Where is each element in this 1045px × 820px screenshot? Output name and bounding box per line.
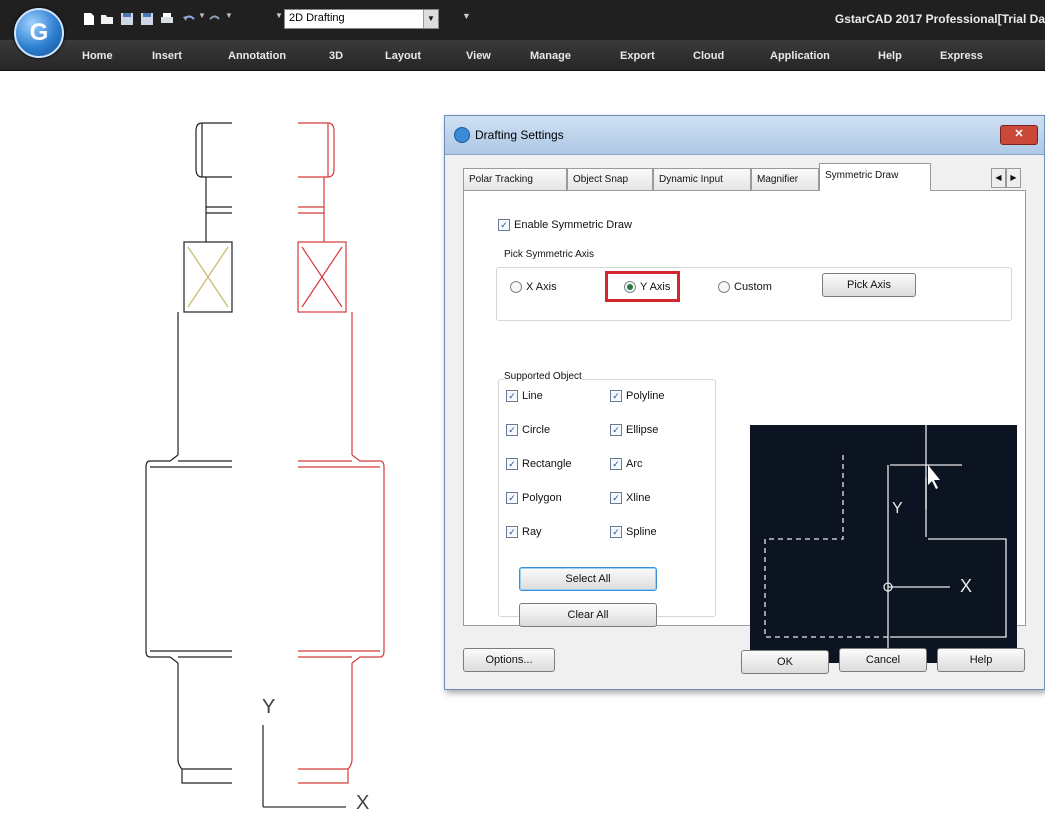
close-button[interactable]: ✕ [1000,125,1038,145]
checkbox-checked-icon: ✓ [610,390,622,403]
checkbox-circle[interactable]: ✓ Circle [506,424,550,437]
checkbox-ray[interactable]: ✓ Ray [506,526,542,539]
checkbox-checked-icon: ✓ [610,492,622,505]
menu-cloud[interactable]: Cloud [693,50,724,62]
checkbox-rectangle[interactable]: ✓ Rectangle [506,458,572,471]
checkbox-ellipse[interactable]: ✓ Ellipse [610,424,658,437]
pick-symmetric-axis-title: Pick Symmetric Axis [504,249,595,260]
options-button[interactable]: Options... [463,648,555,672]
checkbox-checked-icon: ✓ [506,526,518,539]
qat-customize-icon[interactable]: ▼ [275,11,283,20]
open-folder-icon[interactable] [100,12,114,26]
shaft-original [145,122,233,784]
chevron-down-icon[interactable]: ▼ [423,10,438,28]
tab-polar-tracking[interactable]: Polar Tracking [463,168,567,190]
title-bar: G ▼ ▼ ▼ 2D Drafting ▼ ▼ GstarCAD 2017 Pr… [0,0,1045,58]
checkbox-xline[interactable]: ✓ Xline [610,492,650,505]
window-title: GstarCAD 2017 Professional[Trial Da [834,12,1045,26]
preview-x-label: X [960,576,972,596]
redo-icon[interactable] [208,12,222,26]
workspace-value: 2D Drafting [289,12,345,24]
radio-off-icon [510,281,522,294]
menu-application[interactable]: Application [770,50,830,62]
y-axis-highlight-box [605,271,680,302]
menu-home[interactable]: Home [82,50,113,62]
checkbox-polygon[interactable]: ✓ Polygon [506,492,562,505]
print-icon[interactable] [160,12,174,26]
mouse-cursor-icon [928,465,940,489]
radio-custom[interactable]: Custom [718,281,772,294]
cancel-button[interactable]: Cancel [839,648,927,672]
clear-all-button[interactable]: Clear All [519,603,657,627]
dialog-title-bar[interactable]: Drafting Settings ✕ [445,116,1044,155]
checkbox-arc[interactable]: ✓ Arc [610,458,643,471]
checkbox-checked-icon: ✓ [498,219,510,232]
undo-dropdown-icon[interactable]: ▼ [198,11,206,20]
dialog-app-icon [454,127,470,143]
ucs-y-label: Y [262,696,275,718]
save-as-icon[interactable] [140,12,154,26]
menu-express[interactable]: Express [940,50,983,62]
tab-magnifier[interactable]: Magnifier [751,168,819,190]
shaft-mirrored [297,122,385,784]
undo-icon[interactable] [182,12,196,26]
supported-object-title: Supported Object [504,371,582,382]
symmetric-draw-panel: ✓ Enable Symmetric Draw Pick Symmetric Ax… [463,190,1026,663]
menu-view[interactable]: View [466,50,491,62]
tab-dynamic-input[interactable]: Dynamic Input [653,168,751,190]
checkbox-checked-icon: ✓ [506,390,518,403]
checkbox-checked-icon: ✓ [506,458,518,471]
checkbox-checked-icon: ✓ [506,492,518,505]
workspace-extra-dropdown-icon[interactable]: ▼ [462,11,471,21]
enable-symmetric-draw-checkbox[interactable]: ✓ Enable Symmetric Draw [498,219,632,232]
tab-scroll-right-icon[interactable]: ▶ [1006,168,1021,188]
checkbox-spline[interactable]: ✓ Spline [610,526,657,539]
save-icon[interactable] [120,12,134,26]
radio-x-axis[interactable]: X Axis [510,281,557,294]
close-icon: ✕ [1014,128,1024,140]
ucs-x-label: X [356,792,369,814]
app-menu-button[interactable]: G [14,8,64,58]
menu-3d[interactable]: 3D [329,50,343,62]
menu-layout[interactable]: Layout [385,50,421,62]
select-all-button[interactable]: Select All [519,567,657,591]
tab-symmetric-draw[interactable]: Symmetric Draw [819,163,931,191]
menu-help[interactable]: Help [878,50,902,62]
radio-off-icon [718,281,730,294]
symmetric-preview-image: Y X [750,425,1017,663]
pick-axis-button[interactable]: Pick Axis [822,273,916,297]
dialog-title: Drafting Settings [475,128,564,142]
menu-manage[interactable]: Manage [530,50,571,62]
menu-annotation[interactable]: Annotation [228,50,286,62]
checkbox-checked-icon: ✓ [610,458,622,471]
tab-object-snap[interactable]: Object Snap [567,168,653,190]
app-logo-icon: G [29,19,49,46]
ribbon-menu-bar: Home Insert Annotation 3D Layout View Ma… [0,40,1045,71]
checkbox-checked-icon: ✓ [610,424,622,437]
checkbox-polyline[interactable]: ✓ Polyline [610,390,665,403]
ok-button[interactable]: OK [741,650,829,674]
checkbox-checked-icon: ✓ [506,424,518,437]
drafting-settings-dialog: Drafting Settings ✕ Polar Tracking Objec… [444,115,1045,690]
menu-export[interactable]: Export [620,50,655,62]
menu-insert[interactable]: Insert [152,50,182,62]
redo-dropdown-icon[interactable]: ▼ [225,11,233,20]
tab-scroll-left-icon[interactable]: ◀ [991,168,1006,188]
preview-y-label: Y [892,500,903,517]
new-file-icon[interactable] [82,12,96,26]
ucs-axis-icon [262,725,346,808]
help-button[interactable]: Help [937,648,1025,672]
checkbox-checked-icon: ✓ [610,526,622,539]
pick-symmetric-axis-group [496,267,1012,321]
workspace-dropdown[interactable]: 2D Drafting ▼ [284,9,439,29]
checkbox-line[interactable]: ✓ Line [506,390,543,403]
